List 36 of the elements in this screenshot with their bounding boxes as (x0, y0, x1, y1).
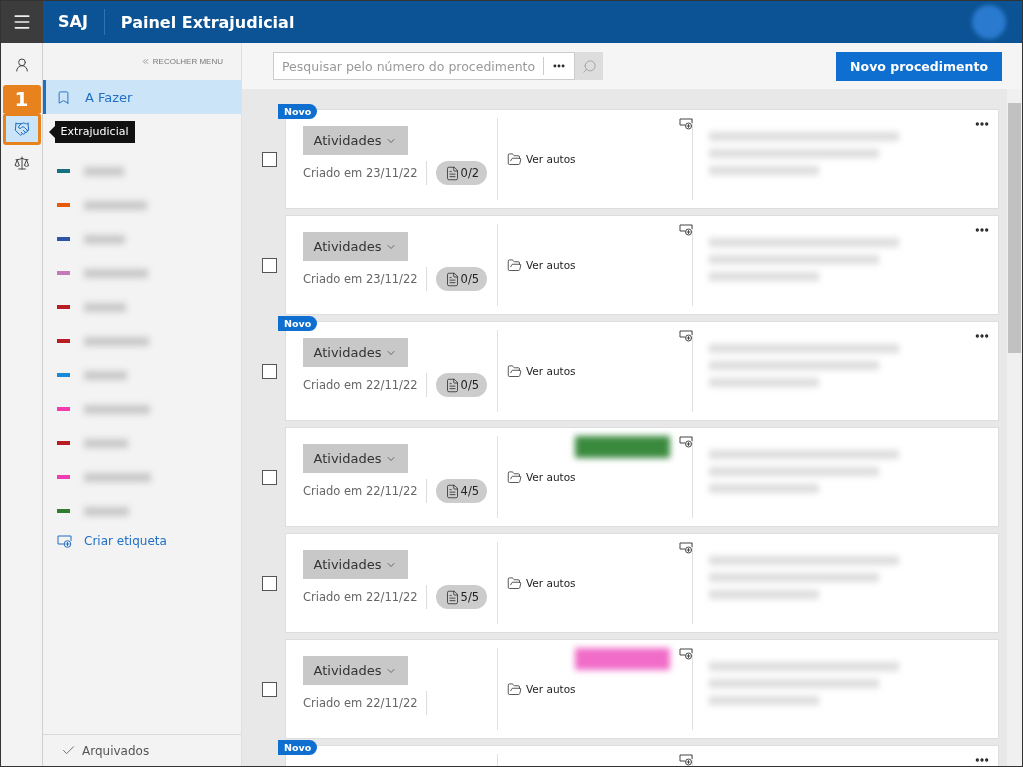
activities-dropdown[interactable]: Atividades (303, 550, 408, 579)
view-records-link[interactable]: Ver autos (507, 681, 576, 697)
new-procedure-button[interactable]: Novo procedimento (836, 51, 1002, 81)
document-count[interactable]: 0/5 (435, 373, 488, 397)
document-count[interactable]: 0/2 (435, 161, 488, 185)
activities-dropdown[interactable]: Atividades (303, 232, 408, 261)
view-records-link[interactable]: Ver autos (507, 575, 576, 591)
view-records-link[interactable]: Ver autos (507, 151, 576, 167)
activities-dropdown[interactable]: Atividades (303, 656, 408, 685)
created-date: Criado em 22/11/22 (303, 691, 427, 715)
created-date: Criado em 22/11/22 (303, 479, 427, 503)
activities-dropdown[interactable]: Atividades (303, 444, 408, 473)
created-date: Criado em 22/11/22 (303, 585, 427, 609)
collapse-menu-link[interactable]: RECOLHER MENU (140, 57, 223, 66)
view-records-link[interactable]: Ver autos (507, 257, 576, 273)
tooltip: Extrajudicial (54, 121, 135, 143)
created-date: Criado em 23/11/22 (303, 161, 427, 185)
view-records-link[interactable]: Ver autos (507, 469, 576, 485)
created-date: Criado em 22/11/22 (303, 373, 427, 397)
new-badge: Novo (278, 316, 318, 331)
archived-link[interactable]: Arquivados (43, 742, 156, 759)
new-badge: Novo (278, 740, 318, 755)
view-records-link[interactable]: Ver autos (507, 363, 576, 379)
document-count[interactable]: 5/5 (435, 585, 488, 609)
created-date: Criado em 23/11/22 (303, 267, 427, 291)
sidebar-item[interactable]: A Fazer (43, 80, 241, 114)
activities-dropdown[interactable]: Atividades (303, 126, 408, 155)
activities-dropdown[interactable]: Atividades (303, 338, 408, 367)
document-count[interactable]: 0/5 (435, 267, 488, 291)
app-name: SAJ (43, 9, 105, 35)
document-count[interactable]: 4/5 (435, 479, 488, 503)
create-tag-link[interactable]: Criar etiqueta (43, 528, 241, 548)
step-badge: 1 (2, 85, 41, 113)
new-badge: Novo (278, 104, 318, 119)
search-field[interactable]: Pesquisar pelo número do procedimento (273, 52, 575, 80)
page-title: Painel Extrajudicial (119, 12, 296, 32)
